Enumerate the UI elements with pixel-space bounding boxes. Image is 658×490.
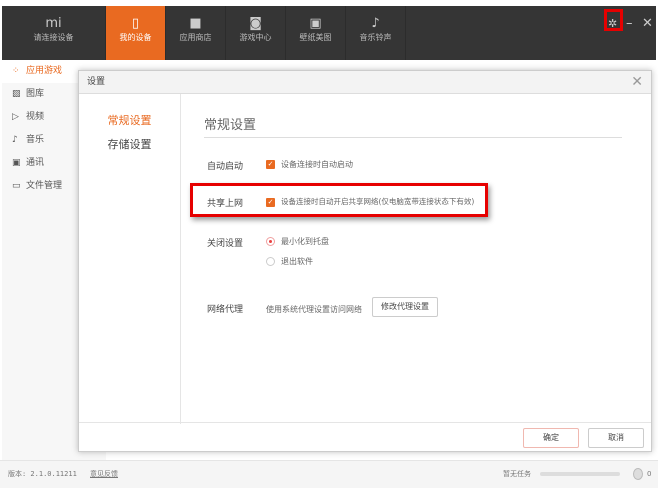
option-text: 设备连接时自动启动	[281, 160, 353, 169]
tab-label: 我的设备	[119, 33, 152, 42]
settings-content: 常规设置 自动启动 ✓ 设备连接时自动启动 共享上网 ✓ 设备连接时自动开启共享网络…	[182, 94, 651, 424]
section-title: 常规设置	[204, 118, 257, 133]
tab-ringtones[interactable]: ♪ 音乐铃声	[346, 6, 406, 60]
image-icon: ▨	[12, 89, 21, 99]
tab-label: 请连接设备	[33, 33, 74, 42]
music-icon: ♪	[12, 135, 18, 145]
auto-start-label: 自动启动	[207, 162, 244, 172]
mi-logo-icon: mi	[45, 16, 62, 31]
settings-nav: 常规设置 存储设置	[79, 94, 181, 424]
version-text: 版本: 2.1.0.11211	[8, 470, 77, 478]
sidebar-item-label: 通讯	[26, 158, 45, 168]
tab-game-center[interactable]: ◙ 游戏中心	[226, 6, 286, 60]
apps-icon: ⁘	[12, 66, 20, 76]
tab-app-store[interactable]: ■ 应用商店	[166, 6, 226, 60]
contact-icon: ▣	[12, 158, 21, 168]
dialog-footer: 确定 取消	[79, 422, 651, 451]
sidebar-item-label: 音乐	[26, 135, 45, 145]
tab-label: 音乐铃声	[359, 33, 392, 42]
task-status: 暂无任务	[503, 470, 531, 478]
picture-icon: ▣	[309, 16, 322, 31]
sidebar-item-label: 图库	[26, 89, 45, 99]
folder-icon: ▭	[12, 181, 21, 191]
dialog-title: 设置	[79, 71, 651, 94]
task-count: 0	[647, 470, 652, 478]
auto-start-checkbox[interactable]: ✓ 设备连接时自动启动	[266, 159, 353, 170]
close-settings-label: 关闭设置	[207, 239, 244, 249]
nav-storage-settings[interactable]: 存储设置	[79, 136, 180, 152]
radio-minimize-tray[interactable]: 最小化到托盘	[266, 236, 329, 247]
option-text: 最小化到托盘	[281, 237, 329, 246]
radio-exit-app[interactable]: 退出软件	[266, 256, 313, 267]
tab-connect-device[interactable]: mi 请连接设备	[2, 6, 106, 60]
tab-label: 游戏中心	[239, 33, 272, 42]
radio-selected-icon	[266, 237, 275, 246]
download-icon[interactable]	[633, 468, 643, 480]
top-nav-bar: mi 请连接设备 ▯ 我的设备 ■ 应用商店 ◙ 游戏中心 ▣ 壁纸美图 ♪ 音乐铃声 ✲ …	[2, 6, 656, 60]
gamepad-icon: ◙	[249, 16, 262, 31]
dialog-close-icon[interactable]: ✕	[631, 74, 643, 90]
status-bar: 版本: 2.1.0.11211 意见反馈 暂无任务 0	[0, 460, 658, 488]
close-button[interactable]: ✕	[642, 16, 653, 31]
sidebar-item-label: 视频	[26, 112, 45, 122]
tab-my-device[interactable]: ▯ 我的设备	[106, 6, 166, 60]
proxy-text: 使用系统代理设置访问网络	[266, 305, 362, 314]
tab-label: 壁纸美图	[299, 33, 332, 42]
divider	[204, 137, 622, 138]
sidebar-item-label: 文件管理	[26, 181, 63, 191]
sidebar-item-label: 应用游戏	[26, 66, 63, 76]
minimize-button[interactable]: –	[626, 16, 633, 31]
ok-button[interactable]: 确定	[523, 428, 579, 448]
highlight-box-share	[190, 183, 488, 217]
tab-label: 应用商店	[179, 33, 212, 42]
task-progress-bar	[540, 472, 620, 476]
radio-icon	[266, 257, 275, 266]
settings-dialog: 设置 ✕ 常规设置 存储设置 常规设置 自动启动 ✓ 设备连接时自动启动 共享上网…	[78, 70, 652, 452]
cancel-button[interactable]: 取消	[588, 428, 644, 448]
phone-icon: ▯	[131, 16, 140, 31]
tab-wallpaper[interactable]: ▣ 壁纸美图	[286, 6, 346, 60]
music-note-icon: ♪	[371, 16, 380, 31]
feedback-link[interactable]: 意见反馈	[90, 461, 118, 487]
modify-proxy-button[interactable]: 修改代理设置	[372, 297, 438, 317]
play-icon: ▷	[12, 112, 19, 122]
checkbox-checked-icon: ✓	[266, 160, 275, 169]
highlight-box-gear	[604, 9, 623, 31]
proxy-label: 网络代理	[207, 305, 244, 315]
option-text: 退出软件	[281, 257, 313, 266]
bag-icon: ■	[189, 16, 202, 31]
nav-general-settings[interactable]: 常规设置	[79, 112, 180, 128]
